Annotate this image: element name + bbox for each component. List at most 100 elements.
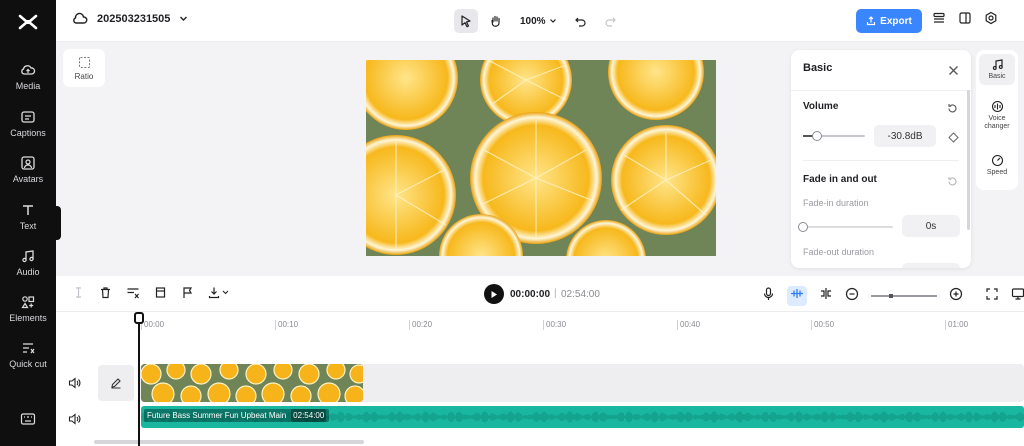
avatar-icon [21, 156, 35, 170]
cloud-sync-icon [73, 12, 88, 24]
edit-tools [72, 286, 232, 304]
fit-screen-icon [986, 287, 998, 300]
ruler-tick [945, 320, 946, 330]
audio-clip[interactable]: Future Bass Summer Fun Upbeat Main 02:54… [141, 406, 1024, 428]
sidebar-item-label: Media [15, 81, 41, 91]
chevron-down-icon [180, 16, 188, 21]
split-icon [76, 287, 81, 298]
video-clip[interactable] [141, 364, 363, 402]
ratio-label: Ratio [74, 71, 94, 81]
lemon-thumbnails-image [141, 364, 363, 402]
layers-button[interactable] [932, 11, 946, 30]
keyboard-shortcuts-button[interactable] [0, 412, 56, 426]
select-tool-button[interactable] [454, 9, 478, 33]
split-button[interactable] [72, 286, 85, 304]
panel-title: Basic [803, 62, 833, 74]
reset-icon [948, 177, 957, 186]
playhead-handle[interactable] [134, 312, 144, 324]
capcut-logo-icon[interactable] [0, 0, 56, 44]
auto-snap-button[interactable] [787, 286, 807, 306]
ruler-label: 00:40 [680, 320, 701, 329]
ruler-label: 00:00 [144, 320, 165, 329]
music-note-icon [992, 59, 1003, 70]
sidebar-item-media[interactable]: Media [0, 62, 56, 91]
ruler-label: 00:20 [412, 320, 433, 329]
zoom-dropdown[interactable]: 100% [514, 16, 563, 27]
hand-tool-button[interactable] [484, 9, 508, 33]
zoom-in-button[interactable] [949, 287, 963, 306]
panel-scrollbar[interactable] [967, 90, 970, 230]
preview-screen-button[interactable] [1011, 287, 1024, 306]
quick-cut-icon [23, 343, 35, 354]
settings-button[interactable] [984, 11, 998, 30]
microphone-icon [763, 286, 774, 300]
volume-slider[interactable] [803, 131, 865, 141]
sidebar-collapse-handle[interactable] [55, 206, 61, 240]
delete-button[interactable] [99, 286, 112, 304]
timeline-toolbar: 00:00:00 | 02:54:00 [56, 276, 1024, 312]
sidebar-item-audio[interactable]: Audio [0, 248, 56, 277]
video-preview[interactable] [366, 60, 716, 256]
sidebar-item-elements[interactable]: Elements [0, 294, 56, 323]
fade-reset-button[interactable] [947, 174, 958, 192]
ratio-button[interactable]: Ratio [63, 49, 105, 87]
redo-button[interactable] [599, 9, 623, 33]
video-track-mute-button[interactable] [68, 376, 81, 394]
audio-track-mute-button[interactable] [68, 412, 81, 430]
split-panel-icon [959, 12, 971, 24]
edit-cover-button[interactable] [98, 365, 134, 401]
fit-timeline-button[interactable] [985, 287, 999, 306]
layers-icon [933, 12, 945, 23]
play-button[interactable] [484, 284, 504, 304]
trim-button[interactable] [126, 286, 140, 304]
volume-slider-thumb[interactable] [811, 131, 822, 141]
ruler-label: 00:10 [278, 320, 299, 329]
zoom-value: 100% [520, 15, 546, 27]
close-panel-button[interactable] [948, 63, 959, 81]
speed-icon [991, 154, 1003, 167]
time-ruler[interactable]: 00:00 00:10 00:20 00:30 00:40 00:50 01:00 [56, 312, 1024, 334]
project-title-group[interactable]: 202503231505 [72, 12, 188, 25]
fade-out-value-box[interactable] [902, 263, 960, 268]
rail-item-basic[interactable]: Basic [979, 54, 1015, 85]
fade-in-slider-thumb[interactable] [798, 222, 808, 232]
close-icon [949, 66, 958, 75]
pointer-icon [461, 15, 471, 28]
keyframe-button[interactable] [948, 130, 959, 148]
basic-properties-panel: Basic Volume -30.8dB Fade in and out Fad… [791, 50, 971, 268]
ruler-tick [811, 320, 812, 330]
sidebar-item-captions[interactable]: Captions [0, 109, 56, 138]
timeline-view-tools [762, 286, 1024, 306]
timeline-horizontal-scrollbar[interactable] [94, 440, 364, 444]
trim-icon [127, 288, 139, 299]
export-button[interactable]: Export [856, 9, 922, 33]
marker-button[interactable] [181, 286, 194, 304]
volume-reset-button[interactable] [947, 101, 958, 119]
cloud-upload-icon [21, 65, 36, 75]
ruler-label: 00:30 [546, 320, 567, 329]
top-bar: 202503231505 100% Export [56, 0, 1024, 42]
undo-button[interactable] [569, 9, 593, 33]
freeze-button[interactable] [154, 286, 167, 304]
sidebar-item-avatars[interactable]: Avatars [0, 155, 56, 184]
volume-title: Volume [803, 101, 839, 112]
fade-in-value-box[interactable]: 0s [902, 215, 960, 237]
ruler-tick [677, 320, 678, 330]
reset-icon [948, 104, 957, 113]
playhead[interactable] [138, 312, 140, 446]
link-tracks-button[interactable] [819, 287, 833, 305]
sidebar-item-quick-cut[interactable]: Quick cut [0, 340, 56, 369]
download-dropdown[interactable] [208, 286, 232, 304]
volume-value-box[interactable]: -30.8dB [874, 125, 936, 147]
rail-item-speed[interactable]: Speed [979, 150, 1015, 181]
rail-item-voice-changer[interactable]: Voice changer [979, 96, 1015, 135]
fade-in-slider[interactable] [798, 222, 893, 232]
sidebar-item-label: Quick cut [9, 359, 47, 369]
timeline-zoom-thumb[interactable] [889, 294, 893, 298]
panel-toggle-button[interactable] [958, 11, 972, 30]
ruler-tick [275, 320, 276, 330]
timeline-zoom-slider[interactable] [871, 294, 937, 298]
sidebar-item-text[interactable]: Text [0, 202, 56, 231]
zoom-out-button[interactable] [845, 287, 859, 306]
record-voice-button[interactable] [762, 286, 775, 306]
